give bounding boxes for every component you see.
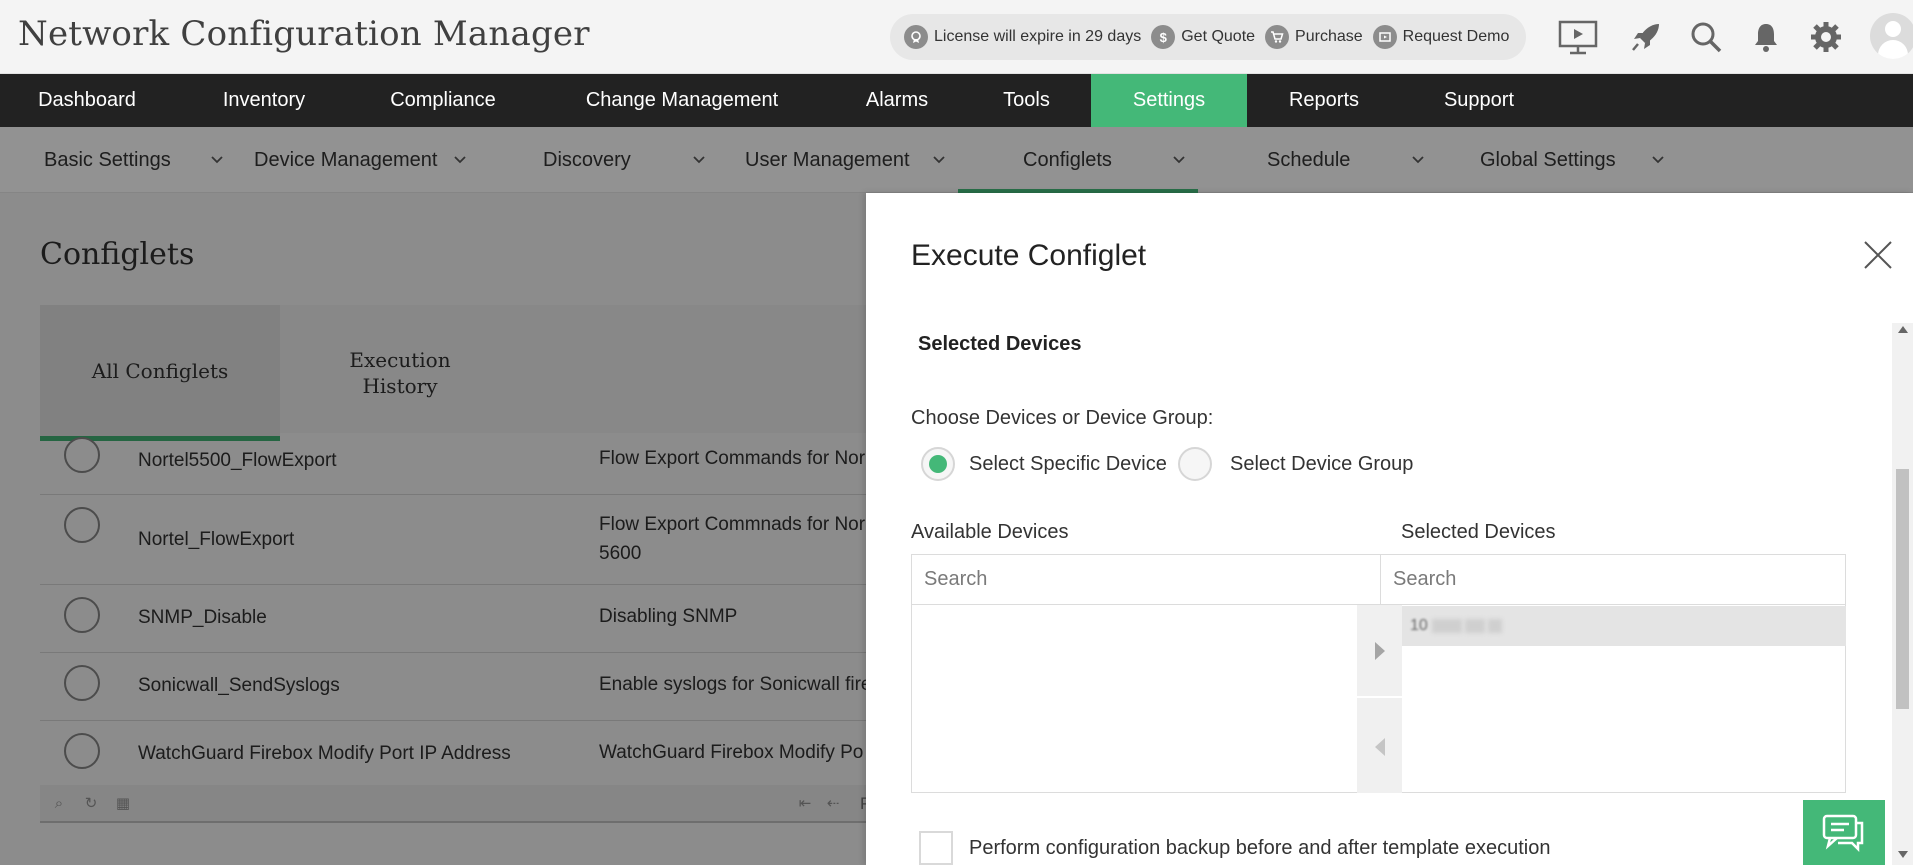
- chat-button[interactable]: [1803, 800, 1885, 865]
- presentation-icon[interactable]: [1558, 17, 1598, 57]
- selected-search-input[interactable]: [1393, 568, 1846, 591]
- redacted-block: [1464, 619, 1485, 633]
- nav-change-management[interactable]: Change Management: [532, 74, 832, 127]
- promo-pill: License will expire in 29 days $ Get Quo…: [890, 14, 1526, 60]
- search-icon[interactable]: [1686, 17, 1726, 57]
- avatar-head: [1885, 21, 1901, 37]
- device-picker: 10: [911, 554, 1846, 793]
- user-avatar-icon[interactable]: [1870, 13, 1913, 59]
- license-notice[interactable]: License will expire in 29 days: [904, 25, 1141, 49]
- radio-label: Select Specific Device: [969, 452, 1167, 475]
- available-devices-label: Available Devices: [911, 521, 1069, 543]
- app-title: Network Configuration Manager: [18, 14, 590, 54]
- nav-tools[interactable]: Tools: [962, 74, 1091, 127]
- selected-devices-label: Selected Devices: [1401, 521, 1556, 543]
- subnav-overlay-right: [866, 127, 1913, 193]
- radio-specific-device[interactable]: Select Specific Device: [921, 447, 1167, 481]
- panel-scrollbar[interactable]: [1892, 323, 1913, 865]
- selected-search[interactable]: [1381, 555, 1846, 605]
- request-demo-label: Request Demo: [1402, 28, 1510, 45]
- backup-option[interactable]: Perform configuration backup before and …: [919, 831, 1550, 865]
- cart-icon: [1265, 25, 1290, 49]
- purchase-label: Purchase: [1295, 28, 1363, 45]
- request-demo-link[interactable]: Request Demo: [1372, 25, 1510, 49]
- nav-reports[interactable]: Reports: [1247, 74, 1401, 127]
- transfer-buttons: [1357, 605, 1402, 793]
- selected-device-text: 10: [1410, 617, 1428, 634]
- rocket-icon[interactable]: [1626, 17, 1666, 57]
- close-icon[interactable]: [1862, 239, 1894, 271]
- gear-icon[interactable]: [1806, 17, 1846, 57]
- radio-device-group[interactable]: Select Device Group: [1178, 447, 1413, 481]
- radio-dot: [929, 455, 947, 473]
- radio-label: Select Device Group: [1230, 452, 1414, 475]
- get-quote-link[interactable]: $ Get Quote: [1151, 25, 1255, 49]
- get-quote-label: Get Quote: [1181, 28, 1256, 45]
- backup-label: Perform configuration backup before and …: [969, 836, 1551, 859]
- top-header: Network Configuration Manager License wi…: [0, 0, 1913, 74]
- chat-icon: [1822, 814, 1864, 852]
- triangle-left-icon: [1374, 737, 1385, 756]
- selected-device-item[interactable]: 10: [1402, 606, 1846, 646]
- move-left-button[interactable]: [1357, 700, 1402, 793]
- backup-checkbox[interactable]: [919, 831, 953, 865]
- redacted-block: [1431, 619, 1462, 633]
- main-nav: Dashboard Inventory Compliance Change Ma…: [0, 74, 1913, 127]
- section-heading: Selected Devices: [918, 333, 1082, 355]
- radio-button[interactable]: [921, 447, 955, 481]
- scroll-thumb[interactable]: [1896, 469, 1909, 709]
- triangle-right-icon: [1374, 641, 1385, 660]
- available-search-input[interactable]: [924, 568, 1380, 591]
- bell-icon[interactable]: [1746, 17, 1786, 57]
- avatar-body: [1878, 40, 1908, 59]
- purchase-link[interactable]: Purchase: [1265, 25, 1363, 49]
- modal-backdrop[interactable]: [0, 193, 866, 865]
- nav-inventory[interactable]: Inventory: [174, 74, 354, 127]
- nav-settings[interactable]: Settings: [1091, 74, 1247, 127]
- redacted-block: [1487, 619, 1502, 633]
- nav-alarms[interactable]: Alarms: [832, 74, 962, 127]
- dollar-icon: $: [1151, 25, 1176, 49]
- license-icon: [904, 25, 928, 49]
- execute-configlet-panel: Execute Configlet Selected Devices Choos…: [866, 193, 1913, 865]
- nav-compliance[interactable]: Compliance: [354, 74, 532, 127]
- license-text: License will expire in 29 days: [934, 28, 1142, 45]
- panel-title: Execute Configlet: [911, 239, 1147, 272]
- demo-icon: [1372, 25, 1397, 49]
- choose-label: Choose Devices or Device Group:: [911, 407, 1214, 429]
- scroll-up-arrow[interactable]: [1898, 326, 1908, 333]
- radio-button[interactable]: [1178, 447, 1212, 481]
- scroll-down-arrow[interactable]: [1898, 851, 1908, 858]
- move-right-button[interactable]: [1357, 605, 1402, 698]
- subnav-overlay-left: [0, 127, 866, 193]
- nav-support[interactable]: Support: [1401, 74, 1557, 127]
- available-search[interactable]: [912, 555, 1380, 605]
- nav-dashboard[interactable]: Dashboard: [0, 74, 174, 127]
